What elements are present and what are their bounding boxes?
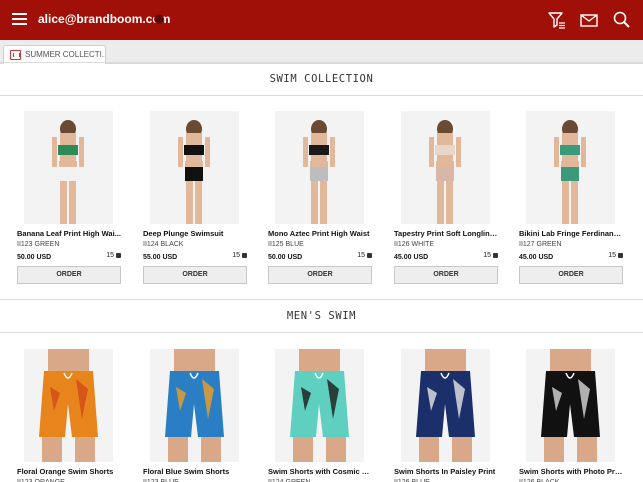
stock-count: 15 xyxy=(483,252,498,259)
order-button[interactable]: ORDER xyxy=(394,266,498,284)
product-name[interactable]: Swim Shorts with Photo Print xyxy=(519,467,623,476)
tab-label: SUMMER COLLECTI... xyxy=(25,50,105,59)
top-bar: alice@brandboom.com xyxy=(0,0,643,40)
stock-icon xyxy=(367,252,372,258)
stock-icon xyxy=(618,252,623,258)
product-name[interactable]: Floral Blue Swim Shorts xyxy=(143,467,247,476)
product-price: 50.00 USD xyxy=(17,254,52,261)
product-image[interactable] xyxy=(24,111,113,224)
order-button[interactable]: ORDER xyxy=(268,266,372,284)
product-name[interactable]: Swim Shorts with Cosmic Pa... xyxy=(268,467,372,476)
section-title: SWIM COLLECTION xyxy=(269,73,374,85)
product-name[interactable]: Bikini Lab Fringe Ferdinand ... xyxy=(519,229,623,238)
user-email[interactable]: alice@brandboom.com xyxy=(38,12,170,26)
tab-bar: SUMMER COLLECTI... xyxy=(0,40,643,64)
product-image[interactable] xyxy=(150,111,239,224)
mail-icon[interactable] xyxy=(579,10,599,30)
search-icon[interactable] xyxy=(612,10,632,30)
stock-count: 15 xyxy=(232,252,247,259)
account-dropdown-icon[interactable] xyxy=(154,14,164,24)
product-price: 55.00 USD xyxy=(143,254,178,261)
menu-icon[interactable] xyxy=(12,13,27,25)
stock-icon xyxy=(116,252,121,258)
stock-value: 15 xyxy=(357,252,365,259)
product-code: II125 BLUE xyxy=(268,241,304,248)
product-code: II126 WHITE xyxy=(394,241,435,248)
section-header-mens-swim: MEN'S SWIM xyxy=(0,299,643,333)
product-image[interactable] xyxy=(526,349,615,462)
product-image[interactable] xyxy=(275,111,364,224)
order-button[interactable]: ORDER xyxy=(519,266,623,284)
product-name[interactable]: Tapestry Print Soft Longline ... xyxy=(394,229,498,238)
product-name[interactable]: Mono Aztec Print High Waist xyxy=(268,229,372,238)
product-code: II124 BLACK xyxy=(143,241,184,248)
stock-value: 15 xyxy=(483,252,491,259)
product-image[interactable] xyxy=(401,349,490,462)
product-image[interactable] xyxy=(526,111,615,224)
filter-icon[interactable] xyxy=(547,10,567,30)
stock-icon xyxy=(493,252,498,258)
stock-count: 15 xyxy=(357,252,372,259)
product-code: II127 GREEN xyxy=(519,241,562,248)
product-code: II123 GREEN xyxy=(17,241,60,248)
product-price: 50.00 USD xyxy=(268,254,303,261)
section-header-swim-collection: SWIM COLLECTION xyxy=(0,62,643,96)
section-title: MEN'S SWIM xyxy=(286,310,357,322)
product-price: 45.00 USD xyxy=(519,254,554,261)
product-name[interactable]: Deep Plunge Swimsuit xyxy=(143,229,247,238)
stock-value: 15 xyxy=(106,252,114,259)
stock-icon xyxy=(242,252,247,258)
product-image[interactable] xyxy=(150,349,239,462)
product-image[interactable] xyxy=(401,111,490,224)
product-image[interactable] xyxy=(24,349,113,462)
product-name[interactable]: Banana Leaf Print High Wai... xyxy=(17,229,121,238)
order-button[interactable]: ORDER xyxy=(143,266,247,284)
stock-count: 15 xyxy=(608,252,623,259)
product-image[interactable] xyxy=(275,349,364,462)
linesheet-icon xyxy=(10,50,21,60)
order-button[interactable]: ORDER xyxy=(17,266,121,284)
stock-value: 15 xyxy=(608,252,616,259)
stock-value: 15 xyxy=(232,252,240,259)
product-name[interactable]: Floral Orange Swim Shorts xyxy=(17,467,121,476)
product-price: 45.00 USD xyxy=(394,254,429,261)
product-name[interactable]: Swim Shorts In Paisley Print xyxy=(394,467,498,476)
stock-count: 15 xyxy=(106,252,121,259)
